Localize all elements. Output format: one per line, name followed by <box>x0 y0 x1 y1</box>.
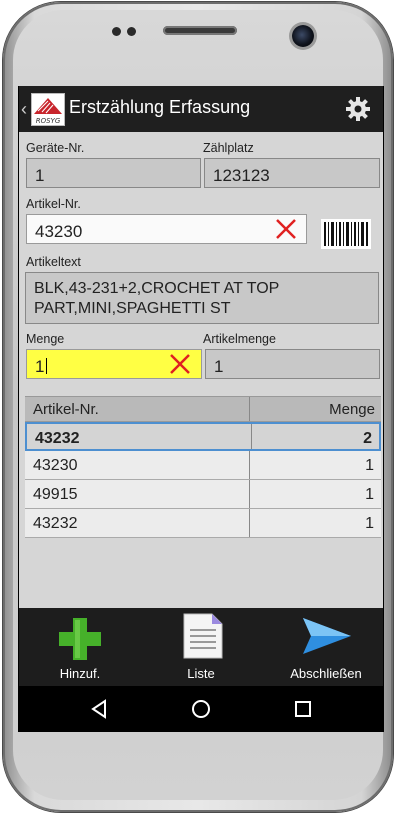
screen: ‹ ROSYG Erstzählung Erfassung Geräte-Nr.… <box>18 86 384 732</box>
artikelnr-value: 43230 <box>35 222 83 241</box>
recents-icon[interactable] <box>290 696 316 722</box>
document-icon <box>183 613 223 659</box>
back-chevron-icon[interactable]: ‹ <box>21 99 27 120</box>
add-button[interactable]: Hinzuf. <box>35 608 125 686</box>
finish-button-label: Abschließen <box>290 666 362 681</box>
system-nav-bar <box>18 686 384 732</box>
artikelmenge-field: 1 <box>205 349 380 379</box>
cell-menge: 1 <box>365 486 374 503</box>
clear-menge-icon[interactable] <box>169 353 191 375</box>
table-row[interactable]: 43230 1 <box>25 451 381 480</box>
list-button[interactable]: Liste <box>156 608 246 686</box>
article-table: Artikel-Nr. Menge 43232 2 43230 1 49915 … <box>25 396 381 538</box>
artikelnr-input[interactable]: 43230 <box>26 214 307 244</box>
zaehlplatz-field[interactable]: 123123 <box>204 158 380 188</box>
page-title: Erstzählung Erfassung <box>69 97 251 117</box>
column-header-menge[interactable]: Menge <box>329 401 375 418</box>
column-divider <box>249 397 250 421</box>
text-caret <box>46 358 48 374</box>
earpiece-speaker <box>163 26 237 35</box>
column-divider <box>249 509 250 537</box>
cell-menge: 1 <box>365 515 374 532</box>
gear-icon[interactable] <box>345 96 371 122</box>
cell-artikel: 43230 <box>33 457 78 474</box>
menge-value: 1 <box>35 357 45 376</box>
cell-artikel: 43232 <box>33 515 78 532</box>
finish-button[interactable]: Abschließen <box>281 608 371 686</box>
table-row[interactable]: 43232 2 <box>25 422 381 451</box>
table-row[interactable]: 43232 1 <box>25 509 381 538</box>
list-button-label: Liste <box>187 666 215 681</box>
add-button-label: Hinzuf. <box>59 666 101 681</box>
send-icon <box>303 618 351 654</box>
action-bar: Hinzuf. Liste Abschließen <box>19 608 383 686</box>
artikeltext-field: BLK,43-231+2,CROCHET AT TOP PART,MINI,SP… <box>25 272 379 324</box>
home-icon[interactable] <box>188 696 214 722</box>
sensor-dot <box>112 27 121 36</box>
sensor-dot <box>127 27 136 36</box>
zaehlplatz-label: Zählplatz <box>203 141 254 155</box>
cell-menge: 2 <box>363 430 372 447</box>
logo-text: ROSYG <box>36 117 61 125</box>
logo-icon: ROSYG <box>34 98 62 125</box>
title-bar: ‹ ROSYG Erstzählung Erfassung <box>19 86 383 132</box>
column-divider <box>249 451 250 479</box>
clear-artikelnr-icon[interactable] <box>275 218 297 240</box>
app-logo: ROSYG <box>31 93 65 126</box>
table-row[interactable]: 49915 1 <box>25 480 381 509</box>
geraete-label: Geräte-Nr. <box>26 141 85 155</box>
back-icon[interactable] <box>87 696 113 722</box>
geraete-field[interactable]: 1 <box>26 158 201 188</box>
barcode-icon[interactable] <box>321 219 371 249</box>
artikelnr-label: Artikel-Nr. <box>26 197 81 211</box>
app-window: ‹ ROSYG Erstzählung Erfassung Geräte-Nr.… <box>19 86 383 692</box>
column-divider <box>249 480 250 508</box>
plus-icon <box>59 618 101 660</box>
column-header-artikel[interactable]: Artikel-Nr. <box>33 401 99 418</box>
artikeltext-label: Artikeltext <box>26 255 81 269</box>
front-camera <box>292 25 314 47</box>
menge-label: Menge <box>26 332 65 346</box>
cell-artikel: 49915 <box>33 486 78 503</box>
column-divider <box>251 424 252 449</box>
cell-artikel: 43232 <box>35 430 80 447</box>
artikelmenge-label: Artikelmenge <box>203 332 276 346</box>
table-header: Artikel-Nr. Menge <box>25 396 381 422</box>
cell-menge: 1 <box>365 457 374 474</box>
